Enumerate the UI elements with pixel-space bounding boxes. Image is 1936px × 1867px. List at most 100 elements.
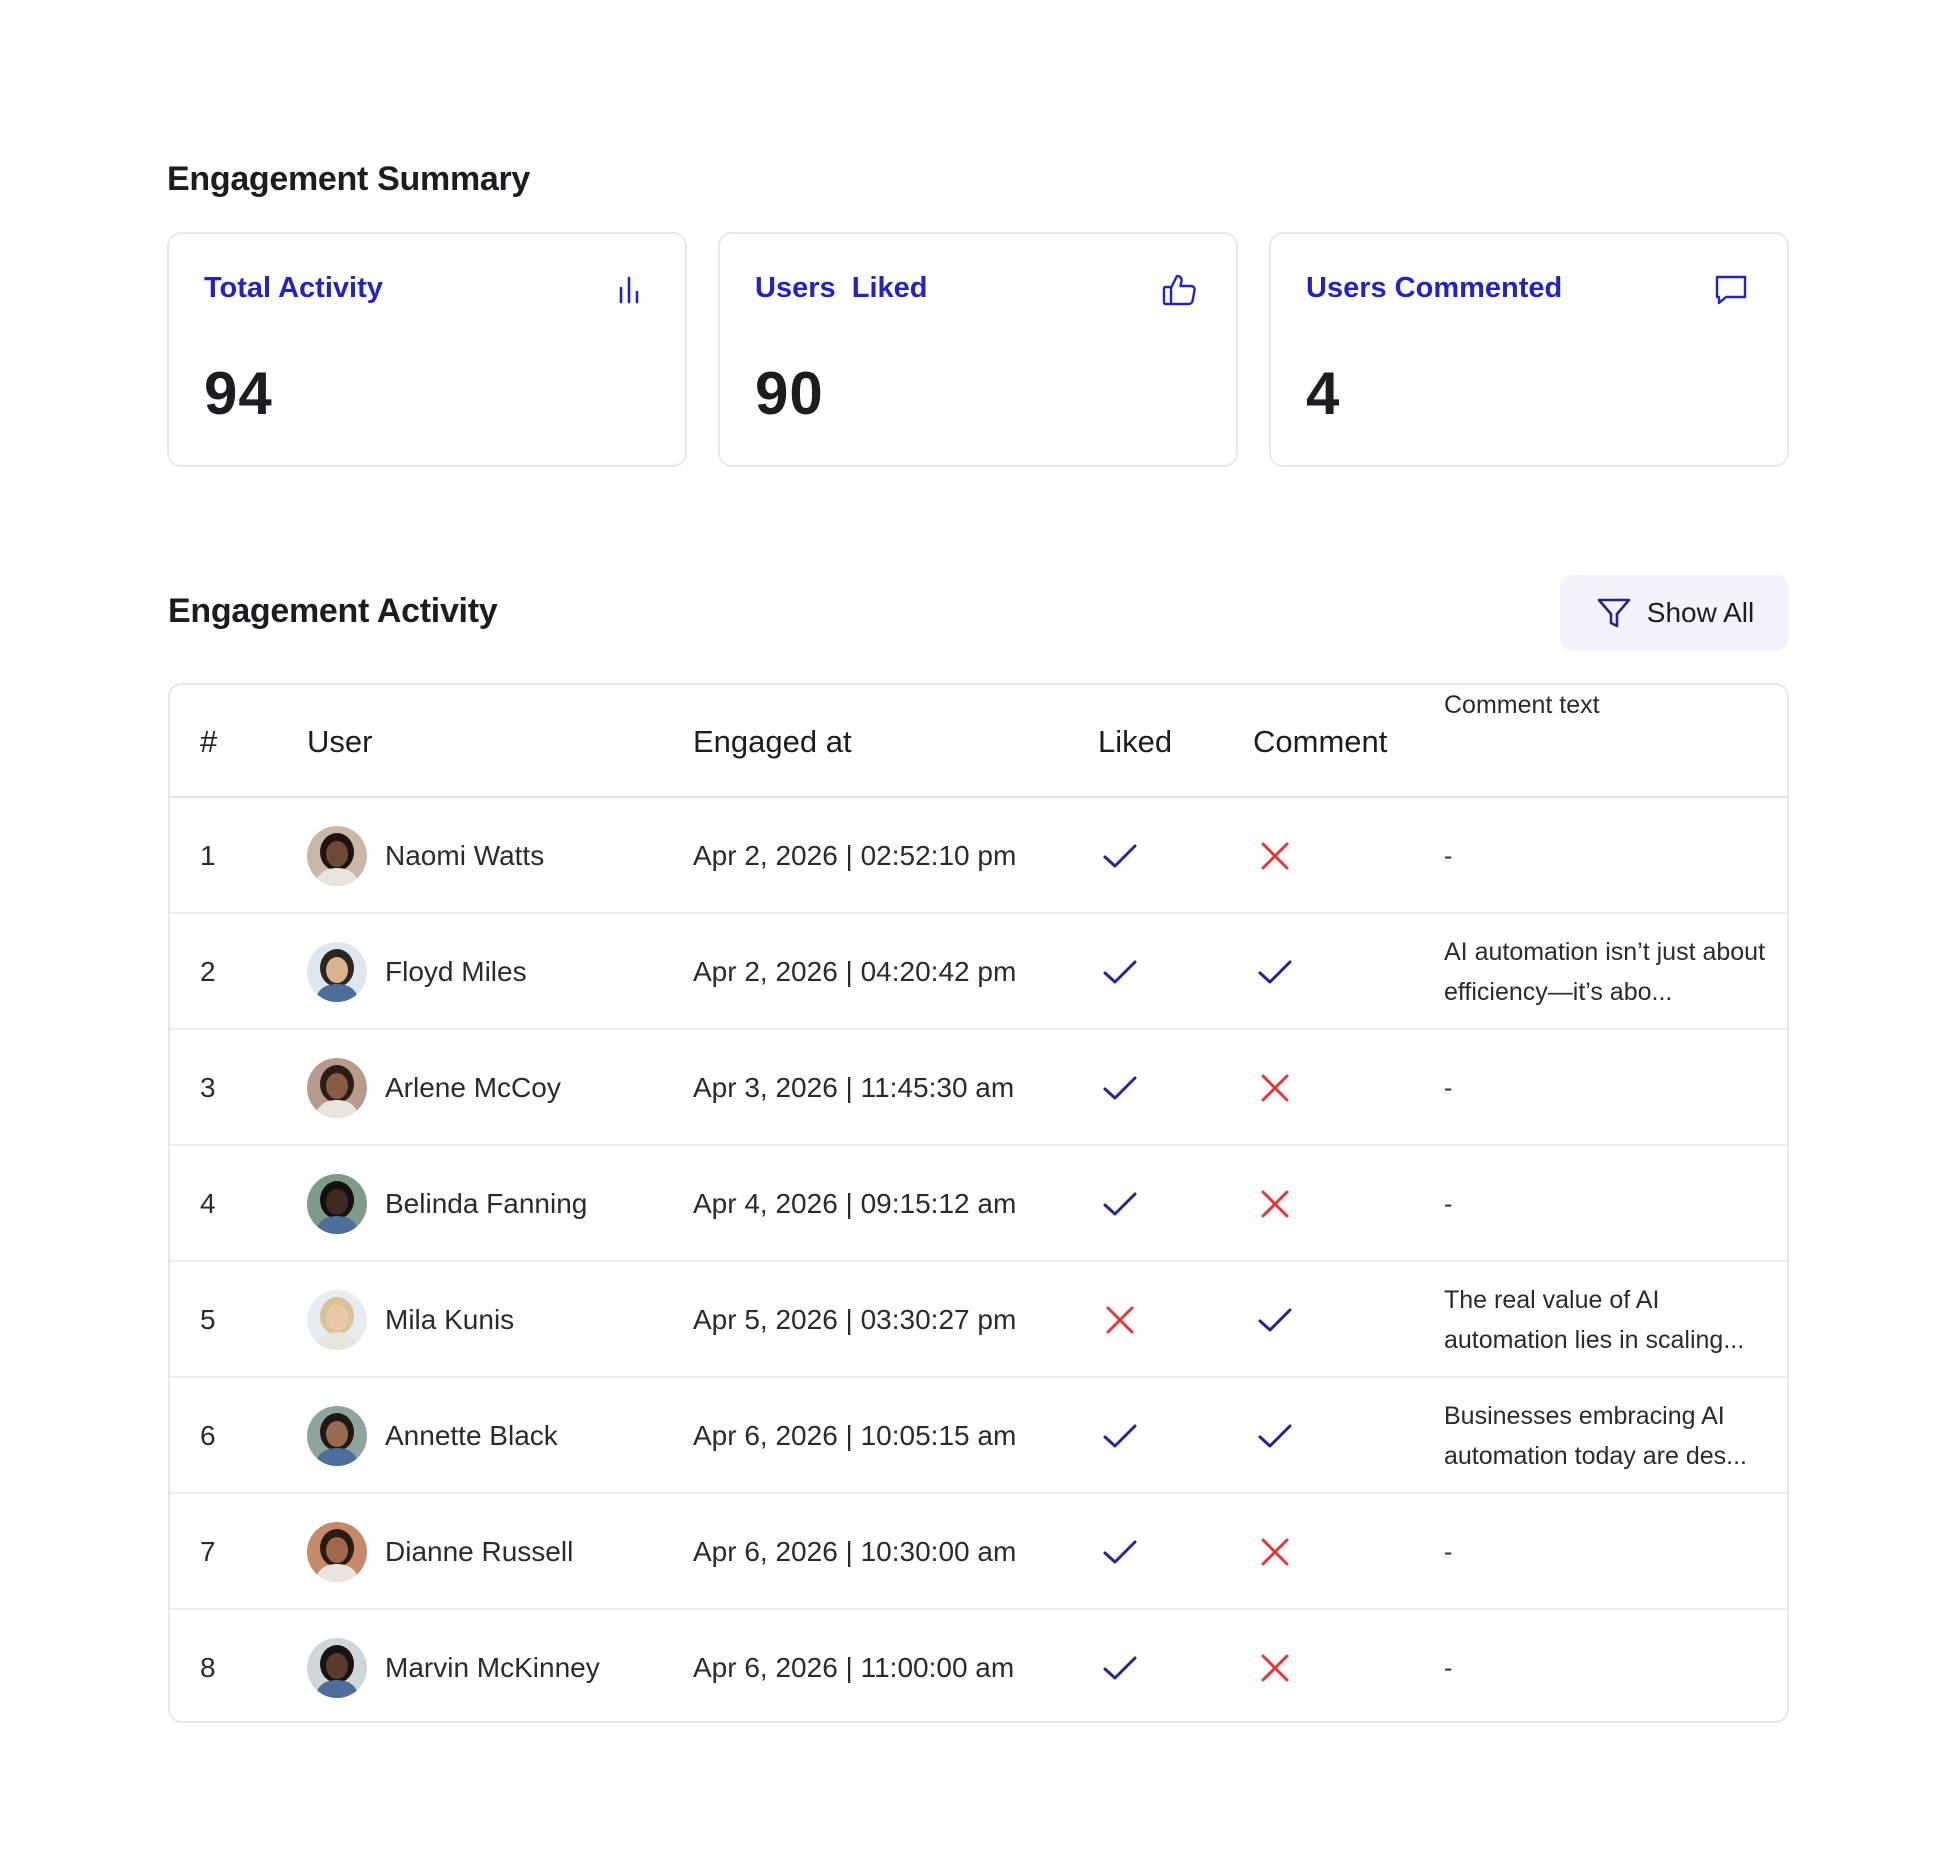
liked-check-icon bbox=[1100, 1030, 1140, 1146]
liked-check-icon bbox=[1100, 1146, 1140, 1262]
user-name: Belinda Fanning bbox=[385, 1188, 588, 1219]
show-all-filter-button[interactable]: Show All bbox=[1560, 575, 1789, 651]
comment-text: - bbox=[1444, 1654, 1453, 1682]
table-row[interactable]: 8 Marvin McKinney Apr 6, 2026 | 11:00:00 a… bbox=[170, 1610, 1787, 1721]
table-row[interactable]: 1 Naomi Watts Apr 2, 2026 | 02:52:10 pm - bbox=[170, 798, 1787, 914]
liked-cross-icon bbox=[1100, 1262, 1140, 1378]
card-label: Users Liked bbox=[755, 272, 928, 304]
user-cell: Marvin McKinney bbox=[307, 1610, 600, 1721]
comment-text-cell: - bbox=[1444, 1146, 1774, 1262]
card-label: Total Activity bbox=[204, 272, 383, 304]
column-header-user: User bbox=[307, 724, 373, 759]
row-number: 6 bbox=[200, 1420, 216, 1451]
card-value: 90 bbox=[755, 360, 824, 427]
comment-cross-icon bbox=[1255, 1494, 1295, 1610]
comment-cross-icon bbox=[1255, 1146, 1295, 1262]
avatar bbox=[307, 1638, 367, 1698]
comment-text-cell: - bbox=[1444, 1030, 1774, 1146]
engaged-at: Apr 4, 2026 | 09:15:12 am bbox=[693, 1188, 1017, 1219]
engaged-at: Apr 5, 2026 | 03:30:27 pm bbox=[693, 1304, 1017, 1335]
comment-text: - bbox=[1444, 842, 1453, 870]
user-name: Dianne Russell bbox=[385, 1536, 574, 1567]
comment-cross-icon bbox=[1255, 1610, 1295, 1721]
comment-icon bbox=[1711, 270, 1751, 310]
avatar bbox=[307, 1058, 367, 1118]
card-label: Users Commented bbox=[1306, 272, 1563, 304]
user-cell: Floyd Miles bbox=[307, 914, 527, 1030]
row-number: 5 bbox=[200, 1304, 216, 1335]
engaged-at: Apr 3, 2026 | 11:45:30 am bbox=[693, 1072, 1015, 1103]
avatar bbox=[307, 1290, 367, 1350]
comment-text-cell: Businesses embracing AI automation today… bbox=[1444, 1378, 1774, 1494]
comment-cross-icon bbox=[1255, 1030, 1295, 1146]
avatar bbox=[307, 942, 367, 1002]
table-row[interactable]: 4 Belinda Fanning Apr 4, 2026 | 09:15:12 a… bbox=[170, 1146, 1787, 1262]
comment-text: The real value of AI automation lies in … bbox=[1444, 1286, 1745, 1354]
user-name: Floyd Miles bbox=[385, 956, 527, 987]
column-header-liked: Liked bbox=[1098, 724, 1173, 759]
card-value: 4 bbox=[1306, 360, 1341, 427]
row-number: 3 bbox=[200, 1072, 216, 1103]
table-row[interactable]: 3 Arlene McCoy Apr 3, 2026 | 11:45:30 am - bbox=[170, 1030, 1787, 1146]
comment-text: AI automation isn’t just about efficienc… bbox=[1444, 938, 1766, 1006]
comment-check-icon bbox=[1255, 1378, 1295, 1494]
user-cell: Mila Kunis bbox=[307, 1262, 514, 1378]
comment-text-cell: The real value of AI automation lies in … bbox=[1444, 1262, 1774, 1378]
engaged-at: Apr 2, 2026 | 02:52:10 pm bbox=[693, 840, 1017, 871]
avatar bbox=[307, 1174, 367, 1234]
column-header-comment: Comment bbox=[1253, 724, 1388, 759]
comment-text: - bbox=[1444, 1190, 1453, 1218]
summary-title: Engagement Summary bbox=[167, 160, 531, 198]
liked-check-icon bbox=[1100, 914, 1140, 1030]
show-all-label: Show All bbox=[1646, 597, 1755, 628]
avatar bbox=[307, 826, 367, 886]
card-value: 94 bbox=[204, 360, 273, 427]
user-name: Mila Kunis bbox=[385, 1304, 515, 1335]
liked-check-icon bbox=[1100, 1494, 1140, 1610]
engaged-at: Apr 2, 2026 | 04:20:42 pm bbox=[693, 956, 1017, 987]
table-row[interactable]: 7 Dianne Russell Apr 6, 2026 | 10:30:00 am… bbox=[170, 1494, 1787, 1610]
column-header-comment-text: Comment text bbox=[1444, 691, 1600, 719]
comment-check-icon bbox=[1255, 914, 1295, 1030]
user-name: Naomi Watts bbox=[385, 840, 545, 871]
liked-check-icon bbox=[1100, 1378, 1140, 1494]
user-name: Marvin McKinney bbox=[385, 1652, 600, 1683]
comment-text: Businesses embracing AI automation today… bbox=[1444, 1402, 1747, 1470]
filter-icon bbox=[1597, 598, 1631, 628]
page: Engagement Summary Total Activity 94 Use… bbox=[0, 0, 1936, 1867]
comment-text-cell: AI automation isn’t just about efficienc… bbox=[1444, 914, 1774, 1030]
bar-chart-icon bbox=[609, 270, 649, 310]
avatar bbox=[307, 1522, 367, 1582]
row-number: 8 bbox=[200, 1652, 216, 1683]
comment-text-cell: - bbox=[1444, 798, 1774, 914]
table-header: # User Engaged at Liked Comment Comment … bbox=[170, 685, 1787, 798]
engaged-at: Apr 6, 2026 | 11:00:00 am bbox=[693, 1652, 1015, 1683]
comment-check-icon bbox=[1255, 1262, 1295, 1378]
row-number: 4 bbox=[200, 1188, 216, 1219]
row-number: 7 bbox=[200, 1536, 216, 1567]
comment-text-cell: - bbox=[1444, 1494, 1774, 1610]
thumbs-up-icon bbox=[1160, 270, 1200, 310]
liked-check-icon bbox=[1100, 798, 1140, 914]
table-row[interactable]: 5 Mila Kunis Apr 5, 2026 | 03:30:27 pm The … bbox=[170, 1262, 1787, 1378]
table-row[interactable]: 6 Annette Black Apr 6, 2026 | 10:05:15 am B… bbox=[170, 1378, 1787, 1494]
users-commented-card: Users Commented 4 bbox=[1269, 232, 1789, 467]
user-name: Annette Black bbox=[385, 1420, 558, 1451]
engagement-table: # User Engaged at Liked Comment Comment … bbox=[168, 683, 1789, 1723]
comment-text: - bbox=[1444, 1074, 1453, 1102]
column-header-engaged-at: Engaged at bbox=[693, 724, 852, 759]
table-row[interactable]: 2 Floyd Miles Apr 2, 2026 | 04:20:42 pm AI … bbox=[170, 914, 1787, 1030]
summary-cards: Total Activity 94 Users Liked 90 Users C… bbox=[167, 232, 1789, 467]
user-cell: Belinda Fanning bbox=[307, 1146, 587, 1262]
total-activity-card: Total Activity 94 bbox=[167, 232, 687, 467]
activity-title: Engagement Activity bbox=[168, 592, 498, 630]
user-cell: Annette Black bbox=[307, 1378, 558, 1494]
user-cell: Dianne Russell bbox=[307, 1494, 573, 1610]
user-name: Arlene McCoy bbox=[385, 1072, 561, 1103]
row-number: 1 bbox=[200, 840, 216, 871]
user-cell: Arlene McCoy bbox=[307, 1030, 561, 1146]
users-liked-card: Users Liked 90 bbox=[718, 232, 1238, 467]
comment-text: - bbox=[1444, 1538, 1453, 1566]
user-cell: Naomi Watts bbox=[307, 798, 544, 914]
engaged-at: Apr 6, 2026 | 10:30:00 am bbox=[693, 1536, 1017, 1567]
